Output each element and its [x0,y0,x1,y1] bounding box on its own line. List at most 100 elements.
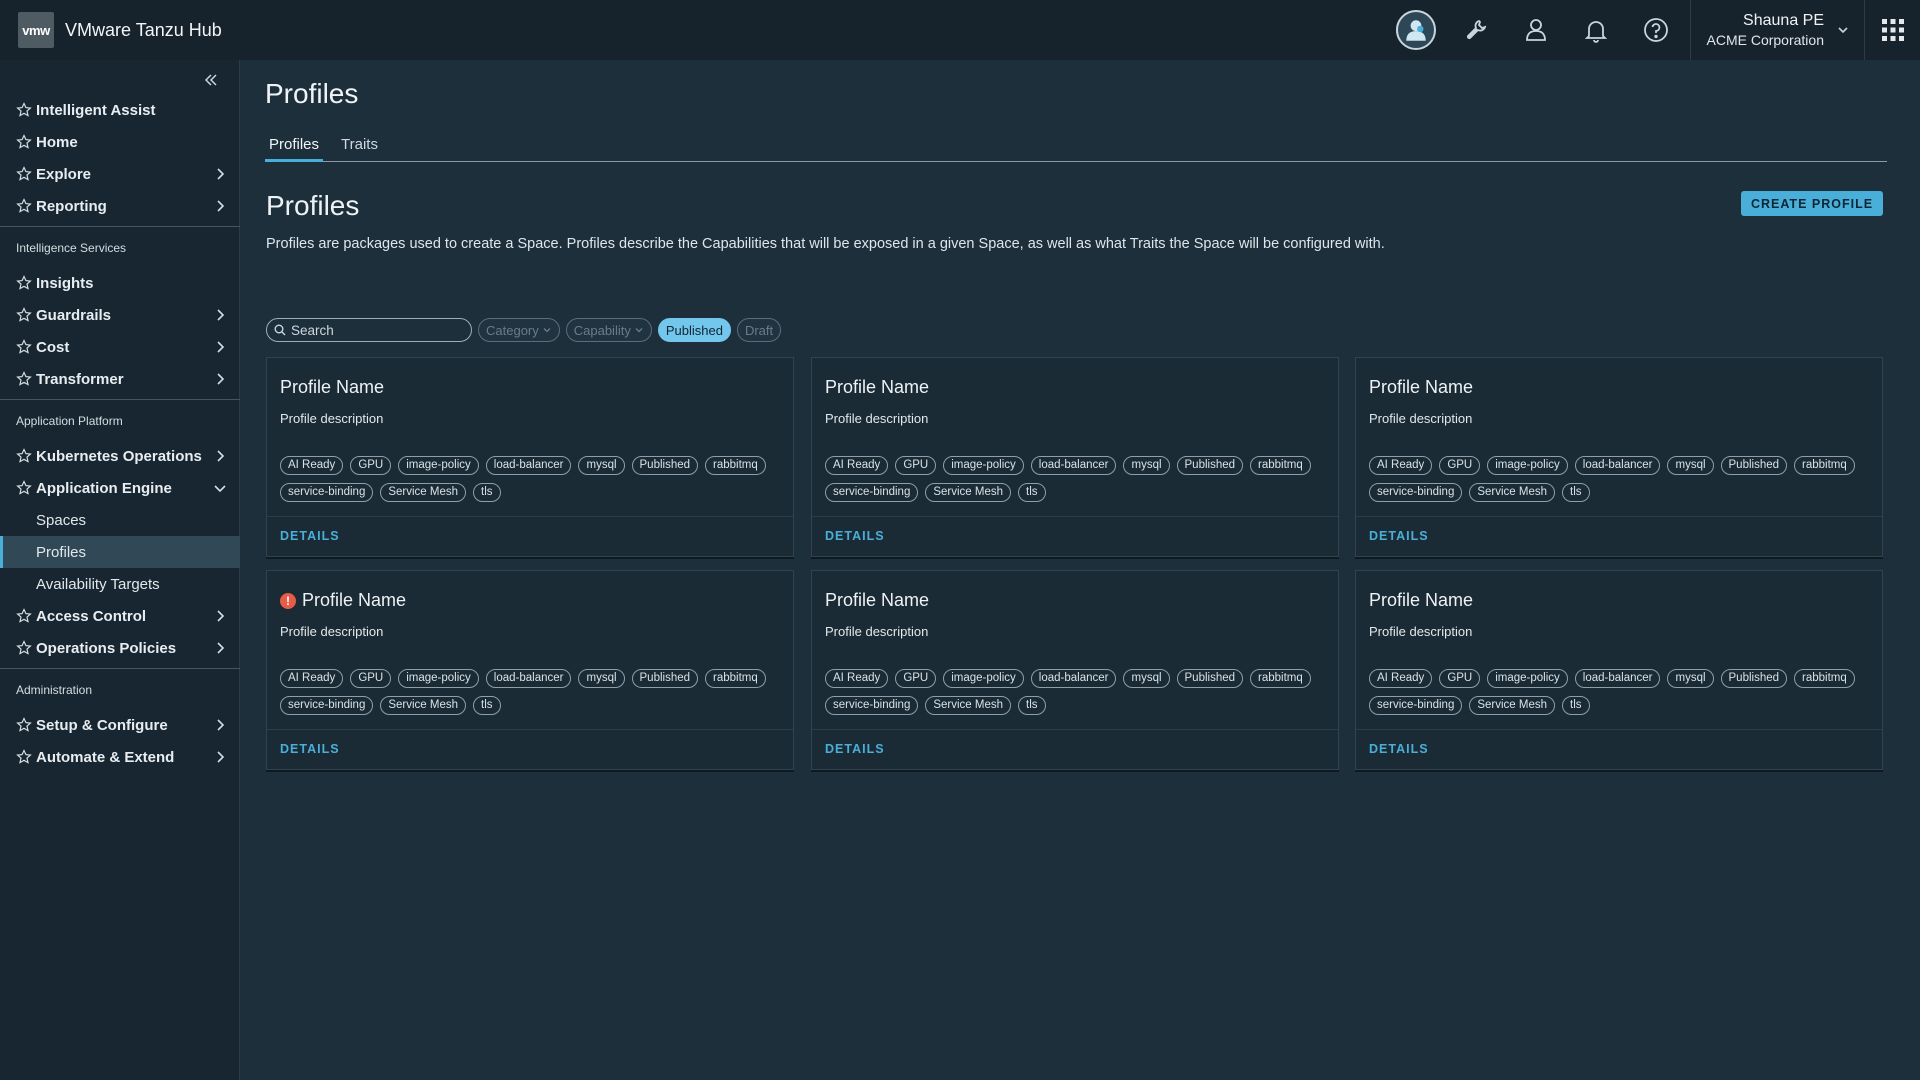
sidebar-nav: Intelligent Assist Home Explore Reporting In… [0,94,240,773]
sidebar-item-cost[interactable]: Cost [0,331,240,363]
user-avatar-button[interactable] [1386,0,1446,60]
chevron-right-icon[interactable] [212,749,228,765]
star-icon [16,717,32,733]
tag-list: AI Ready GPU image-policy load-balancer mysq… [825,456,1330,502]
chevron-right-icon[interactable] [212,198,228,214]
star-icon [16,307,32,323]
sidebar-item-guardrails[interactable]: Guardrails [0,299,240,331]
sidebar-subitem-spaces[interactable]: Spaces [0,504,240,536]
tag-ai-ready: AI Ready [825,456,889,475]
tag-mysql: mysql [578,456,625,475]
help-icon [1643,18,1668,42]
filter-draft[interactable]: Draft [736,318,782,342]
sidebar-item-intelligent-assist[interactable]: Intelligent Assist [0,94,240,126]
details-link[interactable]: DETAILS [1369,529,1429,543]
tag-load-balancer: load-balancer [485,669,572,688]
tag-list: AI Ready GPU image-policy load-balancer mysq… [1369,669,1874,715]
profile-card-footer: DETAILS [812,516,1338,556]
profile-card-footer: DETAILS [267,729,793,769]
sidebar-item-label: Explore [36,165,92,183]
search-input[interactable] [291,322,461,338]
sidebar-item-access-control[interactable]: Access Control [0,600,240,632]
filter-label: Capability [573,322,631,338]
chevron-down-icon[interactable] [212,480,228,496]
search-icon [274,324,286,336]
details-link[interactable]: DETAILS [1369,742,1429,756]
sidebar-subitem-availability-targets[interactable]: Availability Targets [0,568,240,600]
profile-description: Profile description [280,411,384,426]
chevron-right-icon[interactable] [212,339,228,355]
chevron-right-icon[interactable] [212,307,228,323]
profile-name: Profile Name [1369,590,1474,610]
tag-tls: tls [1018,483,1046,502]
sidebar-item-label: Setup & Configure [36,716,168,734]
details-link[interactable]: DETAILS [280,742,340,756]
sidebar-item-transformer[interactable]: Transformer [0,363,240,395]
tab-profiles[interactable]: Profiles [265,136,324,162]
sidebar-item-explore[interactable]: Explore [0,158,240,190]
chevron-right-icon[interactable] [212,166,228,182]
chevron-right-icon[interactable] [212,371,228,387]
details-link[interactable]: DETAILS [825,529,885,543]
tag-mysql: mysql [1123,669,1170,688]
tag-service-binding: service-binding [825,483,919,502]
sidebar-item-kubernetes-operations[interactable]: Kubernetes Operations [0,440,240,472]
chevron-right-icon[interactable] [212,717,228,733]
sidebar-section-header: Application Platform [16,414,123,428]
sidebar-item-label: Home [36,133,78,151]
tag-ai-ready: AI Ready [1369,669,1433,688]
main-content: Profiles Profiles Traits Profiles CREATE … [241,60,1920,1080]
wrench-button[interactable] [1446,0,1506,60]
tag-published: Published [1720,669,1788,688]
tab-traits[interactable]: Traits [337,136,382,162]
filter-capability[interactable]: Capability [565,318,652,342]
sidebar-subitem-profiles[interactable]: Profiles [0,536,240,568]
profile-card-title: Profile Name [825,377,929,398]
tag-ai-ready: AI Ready [1369,456,1433,475]
sidebar-item-operations-policies[interactable]: Operations Policies [0,632,240,664]
search-box[interactable] [266,318,472,342]
profile-card: ! Profile Name Profile description AI Ready… [266,570,794,770]
chevron-right-icon[interactable] [212,608,228,624]
chevron-right-icon[interactable] [212,640,228,656]
notifications-button[interactable] [1566,0,1626,60]
sidebar-item-application-engine[interactable]: Application Engine [0,472,240,504]
apps-grid-button[interactable] [1864,0,1920,60]
sidebar-item-label: Intelligent Assist [36,101,156,119]
details-link[interactable]: DETAILS [280,529,340,543]
user-menu[interactable]: Shauna PE ACME Corporation [1689,0,1859,60]
profile-name: Profile Name [302,590,407,610]
filter-published[interactable]: Published [657,318,731,342]
sidebar-item-label: Application Engine [36,479,172,497]
filter-bar: Category Capability Published Draft [266,318,787,342]
help-button[interactable] [1626,0,1686,60]
sidebar-item-home[interactable]: Home [0,126,240,158]
create-profile-button[interactable]: CREATE PROFILE [1741,191,1883,216]
chevron-right-icon[interactable] [212,448,228,464]
tag-image-policy: image-policy [398,669,479,688]
profile-description: Profile description [1369,411,1473,426]
tag-tls: tls [1562,696,1590,715]
sidebar-section-header: Administration [16,683,93,697]
tag-tls: tls [1562,483,1590,502]
sidebar-item-automate-extend[interactable]: Automate & Extend [0,741,240,773]
collapse-icon [204,74,217,86]
profile-card: Profile Name Profile description AI Ready G… [811,570,1339,770]
sidebar-item-setup-configure[interactable]: Setup & Configure [0,709,240,741]
tag-gpu: GPU [895,669,937,688]
profile-card-title: Profile Name [1369,590,1473,611]
details-link[interactable]: DETAILS [825,742,885,756]
star-icon [16,640,32,656]
profile-button[interactable] [1506,0,1566,60]
sidebar-item-insights[interactable]: Insights [0,267,240,299]
tag-service-mesh: Service Mesh [925,696,1012,715]
tag-mysql: mysql [1667,456,1714,475]
sidebar-item-reporting[interactable]: Reporting [0,190,240,222]
app-title[interactable]: VMware Tanzu Hub [65,20,222,41]
collapse-sidebar-button[interactable] [199,68,223,92]
tag-rabbitmq: rabbitmq [705,669,766,688]
tag-published: Published [1720,456,1788,475]
vmware-logo[interactable]: vmw [18,12,54,48]
star-icon [16,339,32,355]
filter-category[interactable]: Category [478,318,560,342]
